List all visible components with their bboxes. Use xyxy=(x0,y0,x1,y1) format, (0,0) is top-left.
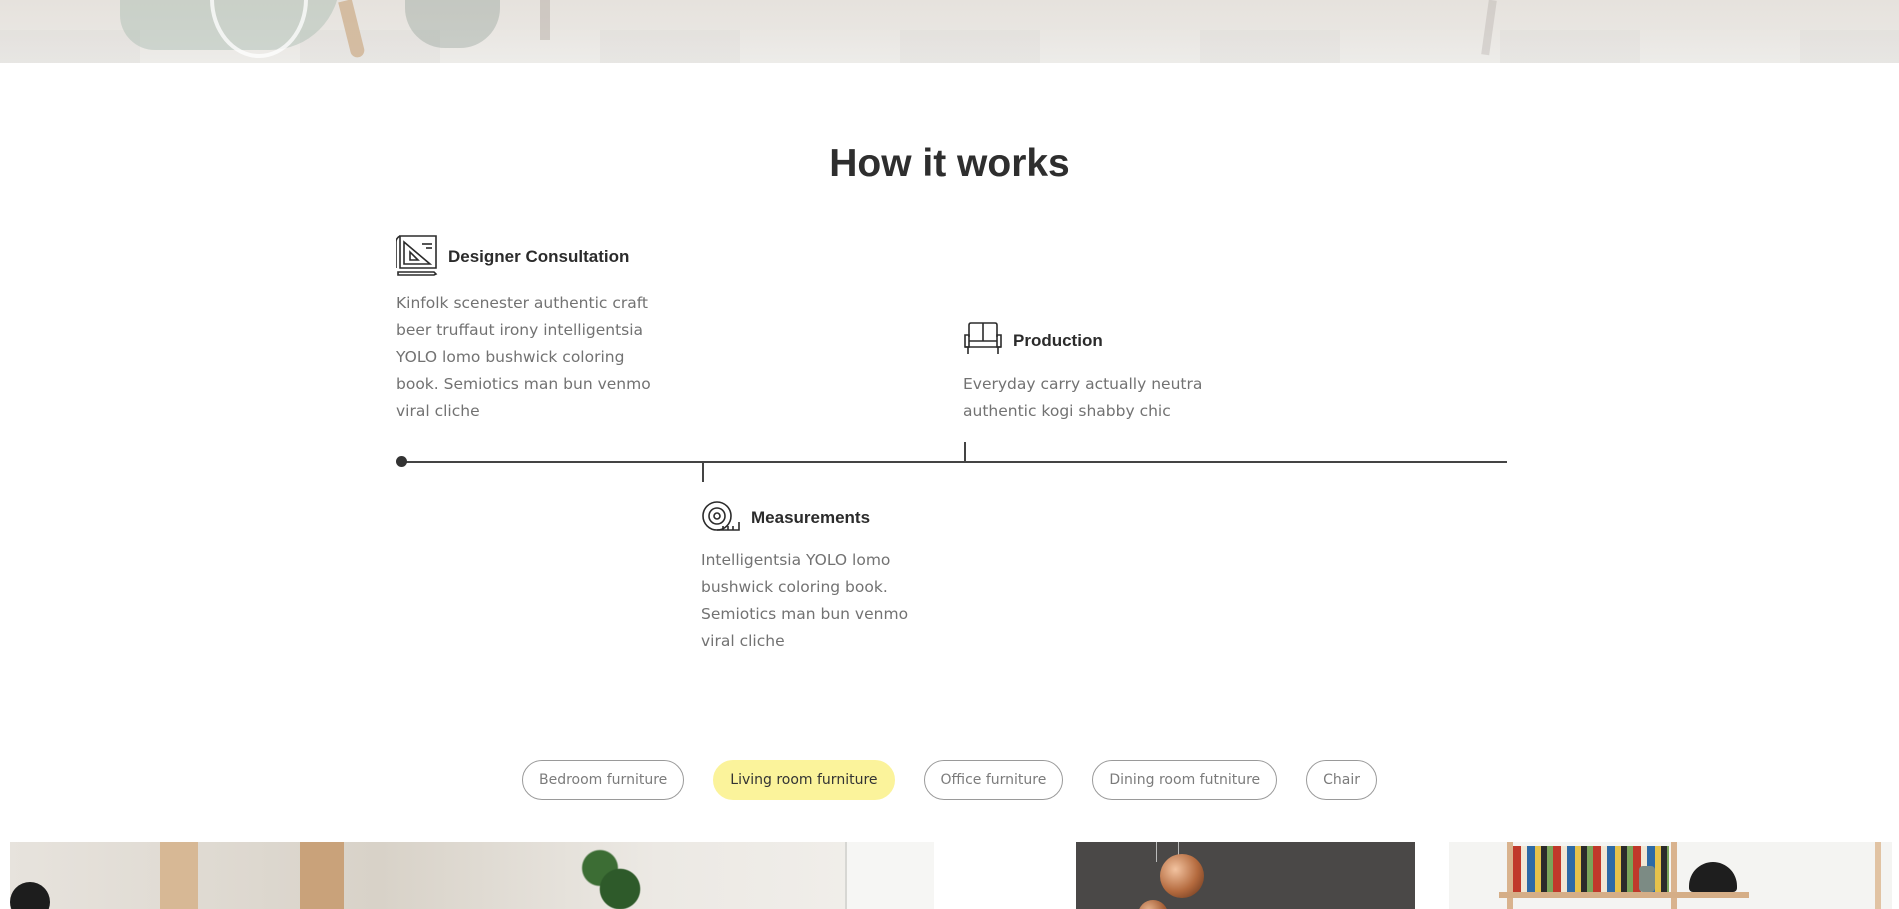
tape-measure-icon xyxy=(701,499,741,537)
step-title: Designer Consultation xyxy=(448,247,630,266)
photo-object xyxy=(10,882,50,909)
step-header: Designer Consultation xyxy=(395,234,666,280)
hero-image xyxy=(0,0,1899,63)
filter-office-furniture[interactable]: Office furniture xyxy=(923,760,1064,800)
filter-living-room-furniture[interactable]: Living room furniture xyxy=(713,760,895,800)
step-description: Everyday carry actually neutra authentic… xyxy=(963,375,1203,420)
blueprint-icon xyxy=(395,234,438,280)
step-header: Measurements xyxy=(701,499,941,537)
timeline-line xyxy=(401,461,1507,463)
photo-shelf-post xyxy=(1671,842,1677,909)
photo-copper-lamp xyxy=(1160,854,1204,898)
photo-lamp-cord xyxy=(1156,842,1157,862)
photo-dark-wall xyxy=(1076,842,1415,909)
gallery-photo-bookshelf[interactable] xyxy=(1449,842,1892,909)
filter-bedroom-furniture[interactable]: Bedroom furniture xyxy=(521,760,685,800)
timeline-start-dot xyxy=(396,456,407,467)
photo-plant xyxy=(570,847,670,909)
step-description: Intelligentsia YOLO lomo bushwick colori… xyxy=(701,551,909,650)
step-production: Production Everyday carry actually neutr… xyxy=(963,321,1203,425)
step-title: Production xyxy=(1013,331,1103,350)
hero-stand xyxy=(540,0,550,40)
gallery-photo-pendant-lamps[interactable] xyxy=(968,842,1415,909)
step-measurements: Measurements Intelligentsia YOLO lomo bu… xyxy=(701,499,941,655)
gallery-photo-living-room[interactable] xyxy=(10,842,934,909)
photo-vase xyxy=(1639,866,1655,892)
category-filter-bar: Bedroom furniture Living room furniture … xyxy=(0,760,1899,800)
photo-window xyxy=(845,842,934,909)
photo-shelf-post xyxy=(1875,842,1881,909)
sofa-icon xyxy=(963,321,1003,361)
filter-chair[interactable]: Chair xyxy=(1306,760,1378,800)
photo-wood-beam xyxy=(160,842,198,909)
filter-dining-room-furniture[interactable]: Dining room futniture xyxy=(1092,760,1278,800)
timeline-tick-production xyxy=(964,442,966,462)
photo-shelf-board xyxy=(1499,892,1749,898)
photo-wood-beam xyxy=(300,842,344,909)
step-title: Measurements xyxy=(751,508,871,527)
section-title: How it works xyxy=(829,142,1070,185)
timeline-tick-measurements xyxy=(702,462,704,482)
photo-cap xyxy=(1689,862,1737,892)
step-description: Kinfolk scenester authentic craft beer t… xyxy=(396,294,651,420)
step-header: Production xyxy=(963,321,1203,361)
step-designer-consultation: Designer Consultation Kinfolk scenester … xyxy=(395,234,666,425)
